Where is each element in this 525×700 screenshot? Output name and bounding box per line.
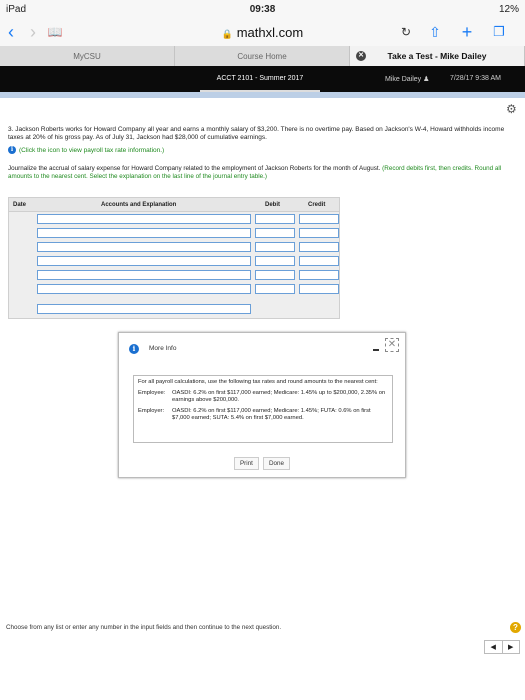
progress-strip (0, 92, 525, 98)
url-field[interactable]: 🔒 mathxl.com (150, 25, 375, 40)
credit-input[interactable] (299, 228, 339, 238)
credit-input[interactable] (299, 214, 339, 224)
print-button[interactable]: Print (233, 457, 259, 470)
journal-header: Date Accounts and Explanation Debit Cred… (9, 198, 339, 212)
status-bar: iPad 09:38 12% (0, 0, 525, 18)
tax-intro: For all payroll calculations, use the fo… (138, 379, 378, 385)
explanation-row (37, 304, 337, 314)
account-select[interactable] (37, 284, 251, 294)
header-accounts: Accounts and Explanation (101, 202, 177, 208)
battery-level: 12% (498, 3, 519, 15)
journal-row (37, 228, 339, 238)
journal-row (37, 242, 339, 252)
account-select[interactable] (37, 228, 251, 238)
employee-rates: Employee: OASDI: 6.2% on first $117,000 … (138, 390, 388, 405)
user-name: Mike Dailey ♟ (385, 76, 430, 83)
share-icon[interactable]: ⇧ (424, 24, 446, 41)
browser-toolbar: ‹ › 📖 🔒 mathxl.com ↻ ⇧ + ❐ (0, 18, 525, 46)
session-datetime: 7/28/17 9:38 AM (450, 75, 501, 82)
account-select[interactable] (37, 256, 251, 266)
footer-instructions: Choose from any list or enter any number… (6, 624, 282, 631)
tab-take-a-test[interactable]: ✕ Take a Test - Mike Dailey (350, 46, 525, 66)
question-pager: ◀ ▶ (484, 640, 520, 654)
tabs-icon[interactable]: ❐ (488, 24, 510, 40)
explanation-select[interactable] (37, 304, 251, 314)
device-label: iPad (6, 3, 27, 15)
account-select[interactable] (37, 270, 251, 280)
employer-rates: Employer: OASDI: 6.2% on first $117,000 … (138, 408, 388, 423)
debit-input[interactable] (255, 228, 295, 238)
close-tab-icon[interactable]: ✕ (356, 51, 366, 61)
course-title: ACCT 2101 - Summer 2017 (216, 75, 304, 82)
debit-input[interactable] (255, 242, 295, 252)
header-date: Date (13, 202, 27, 208)
gear-icon[interactable]: ⚙ (506, 102, 517, 116)
more-info-dialog: i More Info ✕ For all payroll calculatio… (118, 332, 406, 478)
back-icon[interactable]: ‹ (0, 22, 22, 43)
credit-input[interactable] (299, 256, 339, 266)
clock: 09:38 (249, 3, 276, 15)
employer-label: Employer: (138, 407, 165, 414)
reload-icon[interactable]: ↻ (395, 25, 417, 39)
new-tab-icon[interactable]: + (456, 22, 478, 43)
debit-input[interactable] (255, 256, 295, 266)
info-icon: i (129, 344, 139, 354)
info-icon[interactable]: i (8, 146, 16, 154)
journal-row (37, 214, 339, 224)
account-select[interactable] (37, 242, 251, 252)
debit-input[interactable] (255, 214, 295, 224)
dialog-buttons: Print Done (119, 457, 405, 470)
employer-text: OASDI: 6.2% on first $117,000 earned; Me… (172, 407, 371, 422)
user-icon: ♟ (423, 76, 430, 83)
credit-input[interactable] (299, 270, 339, 280)
journal-row (37, 256, 339, 266)
journal-table: Date Accounts and Explanation Debit Cred… (8, 197, 340, 319)
tab-mycsu[interactable]: MyCSU (0, 46, 175, 66)
next-icon[interactable]: ▶ (501, 641, 520, 653)
credit-input[interactable] (299, 284, 339, 294)
lock-icon: 🔒 (221, 28, 234, 39)
debit-input[interactable] (255, 270, 295, 280)
credit-input[interactable] (299, 242, 339, 252)
journal-row (37, 284, 339, 294)
tax-rate-info: For all payroll calculations, use the fo… (133, 375, 393, 443)
account-select[interactable] (37, 214, 251, 224)
forward-icon[interactable]: › (22, 22, 44, 43)
employee-label: Employee: (138, 389, 166, 396)
payroll-info-link[interactable]: i (Click the icon to view payroll tax ra… (8, 146, 164, 154)
maximize-icon[interactable]: ✕ (385, 338, 399, 352)
tab-course-home[interactable]: Course Home (175, 46, 350, 66)
help-icon[interactable]: ? (510, 622, 521, 633)
dialog-title: More Info (149, 345, 177, 352)
header-debit: Debit (265, 202, 280, 208)
employee-text: OASDI: 6.2% on first $117,000 earned; Me… (172, 389, 386, 404)
dialog-header: i More Info ✕ (119, 333, 405, 363)
question-text: 3. Jackson Roberts works for Howard Comp… (8, 126, 505, 141)
app-header: ACCT 2101 - Summer 2017 Mike Dailey ♟ 7/… (0, 66, 525, 92)
debit-input[interactable] (255, 284, 295, 294)
bookmarks-icon[interactable]: 📖 (44, 25, 66, 39)
header-credit: Credit (308, 202, 326, 208)
minimize-icon[interactable] (373, 349, 379, 351)
info-link-text[interactable]: (Click the icon to view payroll tax rate… (19, 147, 164, 154)
instructions: Journalize the accrual of salary expense… (8, 165, 502, 180)
browser-tabs: MyCSU Course Home ✕ Take a Test - Mike D… (0, 46, 525, 66)
done-button[interactable]: Done (262, 457, 290, 470)
journal-row (37, 270, 339, 280)
previous-icon[interactable]: ◀ (485, 641, 502, 653)
url-text: mathxl.com (236, 24, 304, 40)
